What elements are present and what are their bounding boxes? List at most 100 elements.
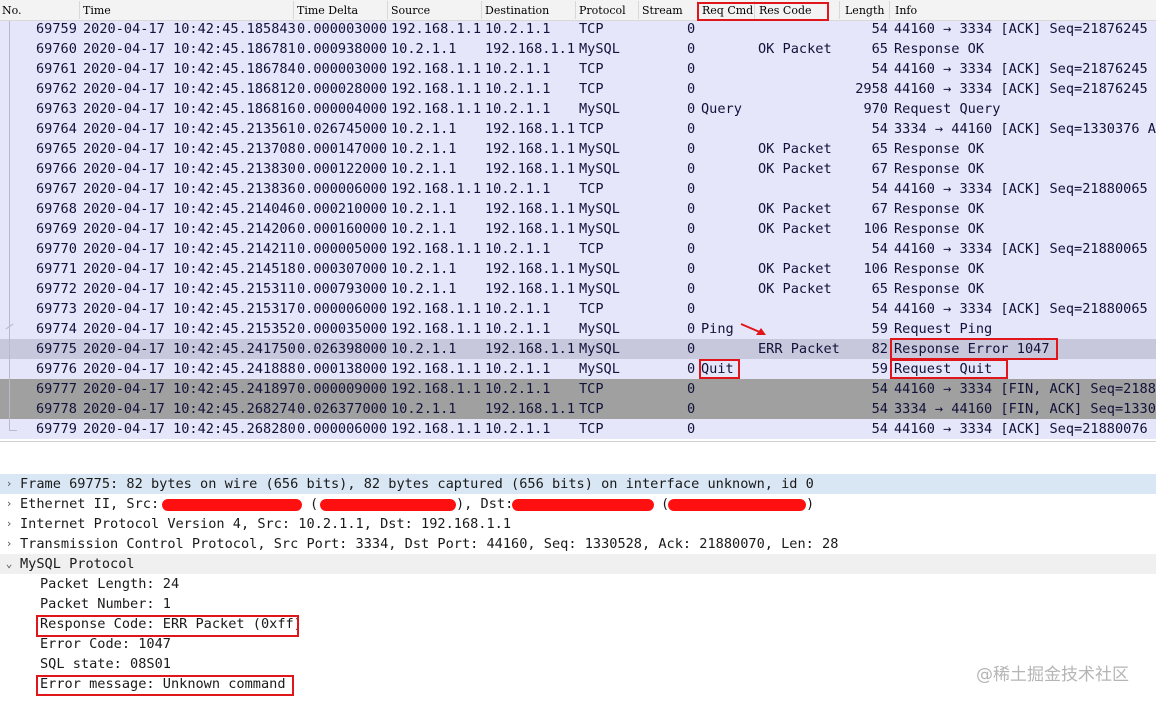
cell-protocol: TCP <box>579 21 604 37</box>
packet-row[interactable]: 69779 2020-04-17 10:42:45.268280 0.0000060… <box>0 419 1156 439</box>
detail-mysql[interactable]: ⌄ MySQL Protocol <box>0 554 1156 574</box>
detail-ethernet-prefix: Ethernet II, Src: <box>20 496 160 512</box>
packet-row[interactable]: 69762 2020-04-17 10:42:45.186812 0.0000280… <box>0 79 1156 99</box>
expand-arrow-icon[interactable]: › <box>4 494 14 514</box>
column-divider[interactable] <box>387 1 388 19</box>
cell-info: Request Quit <box>894 361 993 377</box>
packet-row[interactable]: 69774 2020-04-17 10:42:45.215352 0.0000350… <box>0 319 1156 339</box>
cell-time: 2020-04-17 10:42:45.214206 <box>83 221 296 237</box>
cell-protocol: MySQL <box>579 161 620 177</box>
packet-row[interactable]: 69763 2020-04-17 10:42:45.186816 0.0000040… <box>0 99 1156 119</box>
packet-row[interactable]: 69766 2020-04-17 10:42:45.213830 0.0001220… <box>0 159 1156 179</box>
column-header-no[interactable]: No. <box>2 4 22 17</box>
cell-stream: 0 <box>687 241 696 257</box>
cell-time-delta: 0.000160000 <box>297 221 388 237</box>
column-divider[interactable] <box>754 1 755 19</box>
expand-arrow-icon[interactable]: › <box>4 514 14 534</box>
cell-time-delta: 0.000307000 <box>297 261 388 277</box>
cell-protocol: MySQL <box>579 361 620 377</box>
detail-ethernet-dst: ), Dst: <box>456 496 514 512</box>
packet-row[interactable]: 69769 2020-04-17 10:42:45.214206 0.0001600… <box>0 219 1156 239</box>
cell-protocol: TCP <box>579 81 604 97</box>
packet-list[interactable]: 69759 2020-04-17 10:42:45.185843 0.0000030… <box>0 21 1156 441</box>
cell-protocol: MySQL <box>579 281 620 297</box>
detail-ethernet[interactable]: › Ethernet II, Src: ( ), Dst: ( ) <box>0 494 1156 514</box>
column-divider[interactable] <box>697 1 698 19</box>
cell-time: 2020-04-17 10:42:45.213830 <box>83 161 296 177</box>
packet-row[interactable]: 69767 2020-04-17 10:42:45.213836 0.0000060… <box>0 179 1156 199</box>
column-divider[interactable] <box>839 1 840 19</box>
column-header-stream[interactable]: Stream <box>642 4 683 17</box>
cell-length: 54 <box>871 301 888 317</box>
cell-source: 192.168.1.1 <box>391 421 482 437</box>
packet-row[interactable]: 69770 2020-04-17 10:42:45.214211 0.0000050… <box>0 239 1156 259</box>
cell-no: 69776 <box>36 361 77 377</box>
cell-source: 10.2.1.1 <box>391 281 457 297</box>
packet-row[interactable]: 69761 2020-04-17 10:42:45.186784 0.0000030… <box>0 59 1156 79</box>
column-header-length[interactable]: Length <box>845 4 884 17</box>
watermark: @稀土掘金技术社区 <box>976 665 1129 685</box>
cell-res-code: OK Packet <box>758 141 832 157</box>
column-divider[interactable] <box>575 1 576 19</box>
cell-source: 192.168.1.1 <box>391 361 482 377</box>
cell-time-delta: 0.000003000 <box>297 61 388 77</box>
expand-arrow-icon[interactable]: › <box>4 474 14 494</box>
detail-frame[interactable]: › Frame 69775: 82 bytes on wire (656 bit… <box>0 474 1156 494</box>
cell-protocol: MySQL <box>579 101 620 117</box>
packet-row[interactable]: 69764 2020-04-17 10:42:45.213561 0.0267450… <box>0 119 1156 139</box>
cell-stream: 0 <box>687 41 696 57</box>
detail-response-code[interactable]: Response Code: ERR Packet (0xff) <box>0 614 1156 634</box>
detail-tcp[interactable]: › Transmission Control Protocol, Src Por… <box>0 534 1156 554</box>
column-header-destination[interactable]: Destination <box>485 4 549 17</box>
cell-protocol: TCP <box>579 241 604 257</box>
detail-mysql-text: MySQL Protocol <box>20 556 135 572</box>
packet-row[interactable]: 69778 2020-04-17 10:42:45.268274 0.0263770… <box>0 399 1156 419</box>
column-divider[interactable] <box>79 1 80 19</box>
cell-destination: 10.2.1.1 <box>485 81 551 97</box>
expand-arrow-icon[interactable]: › <box>4 534 14 554</box>
cell-info: 3334 → 44160 [FIN, ACK] Seq=13305 <box>894 401 1156 417</box>
pane-splitter[interactable] <box>0 441 1156 465</box>
cell-info: Response OK <box>894 261 985 277</box>
cell-no: 69759 <box>36 21 77 37</box>
packet-row[interactable]: 69776 2020-04-17 10:42:45.241888 0.0001380… <box>0 359 1156 379</box>
cell-time: 2020-04-17 10:42:45.213836 <box>83 181 296 197</box>
cell-time-delta: 0.000793000 <box>297 281 388 297</box>
column-header-info[interactable]: Info <box>895 4 917 17</box>
column-divider[interactable] <box>293 1 294 19</box>
column-header-source[interactable]: Source <box>391 4 430 17</box>
collapse-arrow-icon[interactable]: ⌄ <box>4 554 14 574</box>
column-header-time[interactable]: Time <box>83 4 111 17</box>
packet-row[interactable]: 69775 2020-04-17 10:42:45.241750 0.0263980… <box>0 339 1156 359</box>
packet-row[interactable]: 69771 2020-04-17 10:42:45.214518 0.0003070… <box>0 259 1156 279</box>
packet-row[interactable]: 69759 2020-04-17 10:42:45.185843 0.0000030… <box>0 21 1156 39</box>
column-header-res-code[interactable]: Res Code <box>759 4 812 17</box>
column-header-req-cmd[interactable]: Req Cmd <box>702 4 753 17</box>
column-divider[interactable] <box>638 1 639 19</box>
cell-stream: 0 <box>687 321 696 337</box>
cell-destination: 10.2.1.1 <box>485 61 551 77</box>
detail-ip[interactable]: › Internet Protocol Version 4, Src: 10.2… <box>0 514 1156 534</box>
cell-protocol: MySQL <box>579 321 620 337</box>
cell-info: 44160 → 3334 [ACK] Seq=21880076 A <box>894 421 1156 437</box>
packet-row[interactable]: 69768 2020-04-17 10:42:45.214046 0.0002100… <box>0 199 1156 219</box>
packet-row[interactable]: 69773 2020-04-17 10:42:45.215317 0.0000060… <box>0 299 1156 319</box>
packet-row[interactable]: 69772 2020-04-17 10:42:45.215311 0.0007930… <box>0 279 1156 299</box>
column-header-protocol[interactable]: Protocol <box>579 4 626 17</box>
cell-info: Response OK <box>894 201 985 217</box>
packet-row[interactable]: 69760 2020-04-17 10:42:45.186781 0.0009380… <box>0 39 1156 59</box>
column-header-time-delta[interactable]: Time Delta <box>297 4 358 17</box>
cell-time-delta: 0.000138000 <box>297 361 388 377</box>
detail-frame-text: Frame 69775: 82 bytes on wire (656 bits)… <box>20 476 814 492</box>
column-divider[interactable] <box>889 1 890 19</box>
cell-source: 192.168.1.1 <box>391 241 482 257</box>
packet-row[interactable]: 69777 2020-04-17 10:42:45.241897 0.0000090… <box>0 379 1156 399</box>
detail-error-code[interactable]: Error Code: 1047 <box>0 634 1156 654</box>
cell-destination: 192.168.1.1 <box>485 281 576 297</box>
column-divider[interactable] <box>481 1 482 19</box>
cell-length: 65 <box>871 141 888 157</box>
packet-row[interactable]: 69765 2020-04-17 10:42:45.213708 0.0001470… <box>0 139 1156 159</box>
cell-no: 69772 <box>36 281 77 297</box>
detail-packet-length[interactable]: Packet Length: 24 <box>0 574 1156 594</box>
detail-packet-number[interactable]: Packet Number: 1 <box>0 594 1156 614</box>
